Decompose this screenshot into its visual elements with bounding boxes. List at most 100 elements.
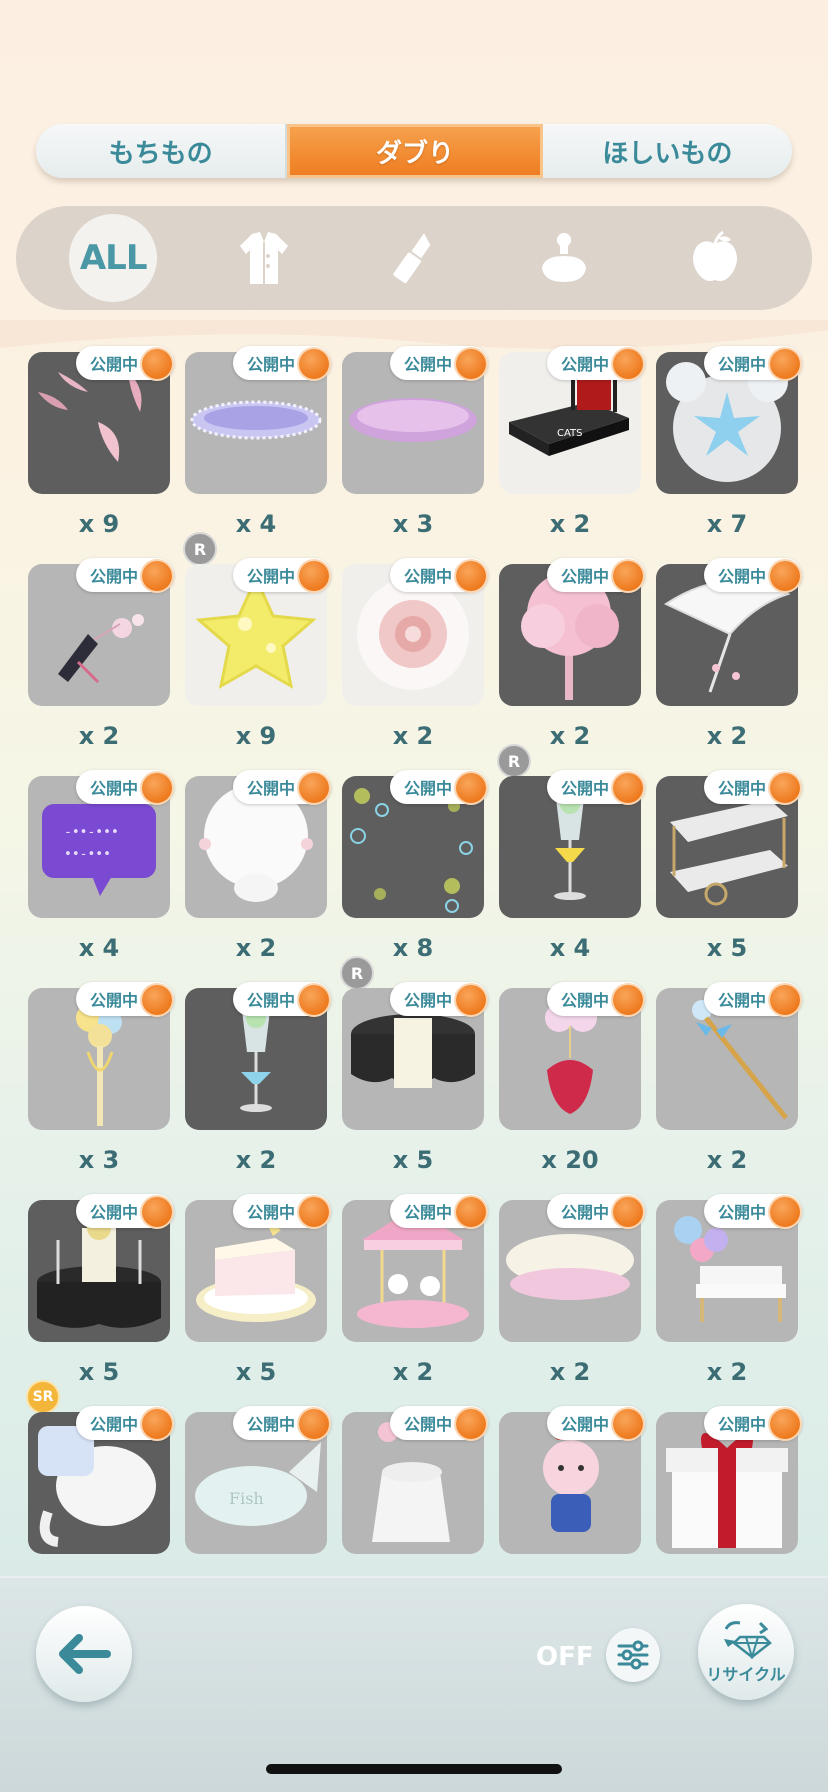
item-card[interactable]: 公開中 x 20 [499,982,645,1200]
item-card[interactable]: 公開中 x 2 [656,558,802,776]
item-card[interactable]: 公開中 x 4 [499,770,645,988]
item-card[interactable]: CATS 公開中 x 2 [499,346,645,564]
public-status-badge[interactable]: 公開中 [703,770,802,804]
public-status-label: 公開中 [717,779,766,798]
public-status-badge[interactable]: 公開中 [546,1406,645,1440]
public-status-label: 公開中 [717,1203,766,1222]
public-status-badge[interactable]: 公開中 [75,1406,174,1440]
back-button[interactable] [36,1606,132,1702]
public-status-badge[interactable]: 公開中 [703,982,802,1016]
item-card[interactable]: 公開中 x 7 [656,346,802,564]
toggle-dot-icon [770,349,800,379]
item-count: x 3 [392,510,434,538]
item-card[interactable]: 公開中 Rx 2 [497,558,645,778]
public-status-badge[interactable]: 公開中 [546,1194,645,1228]
item-card[interactable]: 公開中 x 2 [28,558,174,776]
item-card[interactable]: 公開中 x 2 [342,1194,488,1412]
item-card[interactable]: -••-••• ••-••• 公開中 x 4 [28,770,174,988]
toggle-dot-icon [456,773,486,803]
item-card[interactable]: 公開中 x 5 [656,770,802,988]
toggle-dot-icon [142,1197,172,1227]
toggle-dot-icon [142,349,172,379]
public-status-badge[interactable]: 公開中 [232,982,331,1016]
public-status-badge[interactable]: 公開中 [75,346,174,380]
item-card[interactable]: 公開中 x 3 [28,982,174,1200]
recycle-button[interactable]: リサイクル [698,1604,794,1700]
public-status-badge[interactable]: 公開中 [389,1406,488,1440]
public-status-badge[interactable]: 公開中 [232,558,331,592]
tab-owned[interactable]: もちもの [36,124,288,178]
category-cosmetics[interactable] [370,214,458,302]
item-count: x 2 [392,1358,434,1386]
toggle-dot-icon [299,985,329,1015]
item-card[interactable]: 公開中 x 2 [656,982,802,1200]
public-status-badge[interactable]: 公開中 [389,1194,488,1228]
public-status-badge[interactable]: 公開中 [232,346,331,380]
item-count: x 4 [235,510,277,538]
public-status-badge[interactable]: 公開中 [546,770,645,804]
public-status-label: 公開中 [717,991,766,1010]
item-card[interactable]: 公開中 x 2 [656,1194,802,1412]
public-status-badge[interactable]: 公開中 [546,558,645,592]
item-card[interactable]: 公開中 x 2 [185,770,331,988]
public-status-label: 公開中 [89,1203,138,1222]
item-card[interactable]: 公開中 x 9 [185,558,331,776]
tab-wishlist[interactable]: ほしいもの [542,124,792,178]
item-card[interactable]: 公開中 SR x 5 [26,1194,174,1414]
toggle-dot-icon [613,1409,643,1439]
item-card[interactable]: 公開中 x 9 [28,346,174,564]
public-status-badge[interactable]: 公開中 [232,770,331,804]
public-status-badge[interactable]: 公開中 [75,558,174,592]
category-outfit[interactable] [220,214,308,302]
public-status-badge[interactable]: 公開中 [389,770,488,804]
public-status-badge[interactable]: 公開中 [232,1406,331,1440]
public-status-label: 公開中 [717,1415,766,1434]
item-card[interactable]: 公開中 x 3 [342,346,488,564]
public-status-badge[interactable]: 公開中 [703,558,802,592]
item-card[interactable]: 公開中 x 5 [342,982,488,1200]
toggle-dot-icon [456,985,486,1015]
item-card[interactable]: 公開中 x 2 [342,558,488,776]
public-status-label: 公開中 [89,991,138,1010]
public-status-badge[interactable]: 公開中 [232,1194,331,1228]
back-arrow-icon [59,1634,111,1674]
category-all[interactable]: ALL [69,214,158,302]
public-status-badge[interactable]: 公開中 [389,346,488,380]
item-count: x 5 [706,934,748,962]
public-status-label: 公開中 [89,1415,138,1434]
public-status-badge[interactable]: 公開中 [703,1194,802,1228]
item-count: x 5 [78,1358,120,1386]
toggle-dot-icon [142,561,172,591]
public-status-badge[interactable]: 公開中 [703,346,802,380]
public-status-badge[interactable]: 公開中 [546,346,645,380]
public-status-badge[interactable]: 公開中 [389,558,488,592]
item-count: x 2 [78,722,120,750]
item-card[interactable]: 公開中 Rx 8 [340,770,488,990]
toggle-dot-icon [142,985,172,1015]
public-status-badge[interactable]: 公開中 [546,982,645,1016]
public-status-badge[interactable]: 公開中 [75,982,174,1016]
perfume-bottle-icon [542,233,587,282]
item-card[interactable]: 公開中 x 2 [185,982,331,1200]
public-status-label: 公開中 [246,355,295,374]
public-status-label: 公開中 [246,779,295,798]
item-count: x 2 [549,1358,591,1386]
svg-text:••-•••: ••-••• [64,847,111,862]
item-count: x 2 [392,722,434,750]
public-status-badge[interactable]: 公開中 [389,982,488,1016]
public-status-badge[interactable]: 公開中 [703,1406,802,1440]
recycle-gem-icon [724,1621,772,1659]
toggle-dot-icon [299,773,329,803]
item-card[interactable]: 公開中 x 2 [499,1194,645,1412]
toggle-dot-icon [299,349,329,379]
item-card[interactable]: 公開中 x 5 [185,1194,331,1412]
public-status-badge[interactable]: 公開中 [75,1194,174,1228]
tab-duplicates[interactable]: ダブり [287,124,543,178]
category-perfume[interactable] [520,214,608,302]
public-status-badge[interactable]: 公開中 [75,770,174,804]
public-status-label: 公開中 [89,567,138,586]
category-food[interactable] [671,214,759,302]
item-card[interactable]: 公開中 Rx 4 [183,346,331,566]
toggle-dot-icon [142,1409,172,1439]
filter-button[interactable] [606,1628,660,1682]
